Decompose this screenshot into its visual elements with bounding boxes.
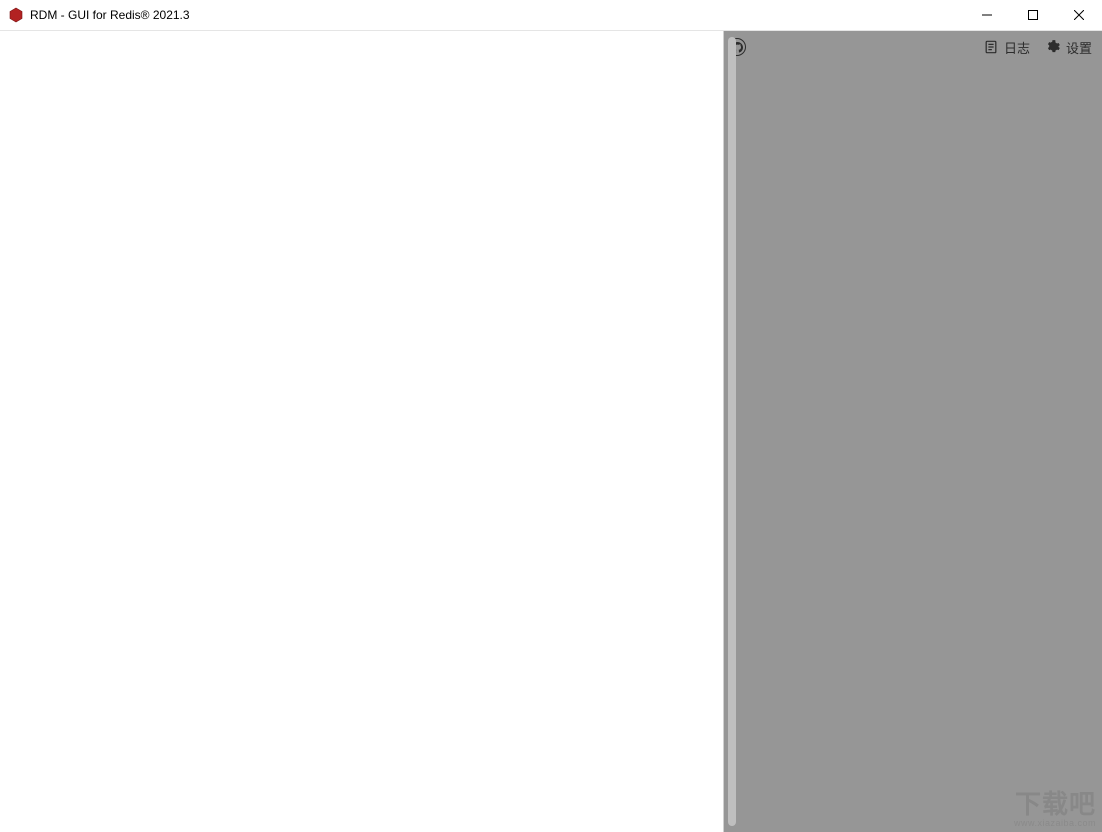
- window-title: RDM - GUI for Redis® 2021.3: [30, 8, 190, 22]
- app-icon: [8, 7, 24, 23]
- log-icon: [984, 40, 998, 54]
- watermark-url: www.xiazaiba.com: [1014, 819, 1096, 828]
- maximize-button[interactable]: [1010, 0, 1056, 30]
- client-area: 日志 设置 · GUI for Redis ® source software …: [0, 31, 1102, 832]
- gear-icon: [1046, 40, 1060, 54]
- window-titlebar: RDM - GUI for Redis® 2021.3: [0, 0, 1102, 31]
- settings-label: 设置: [1066, 38, 1092, 57]
- watermark-text: 下载吧: [1014, 791, 1096, 817]
- watermark: 下载吧 www.xiazaiba.com: [1014, 791, 1096, 828]
- minimize-button[interactable]: [964, 0, 1010, 30]
- log-button[interactable]: 日志: [984, 38, 1030, 57]
- modal-scrollbar[interactable]: [728, 37, 736, 826]
- settings-button[interactable]: 设置: [1046, 38, 1092, 57]
- modal-panel: [0, 31, 724, 832]
- log-label: 日志: [1004, 38, 1030, 57]
- close-button[interactable]: [1056, 0, 1102, 30]
- window-controls: [964, 0, 1102, 30]
